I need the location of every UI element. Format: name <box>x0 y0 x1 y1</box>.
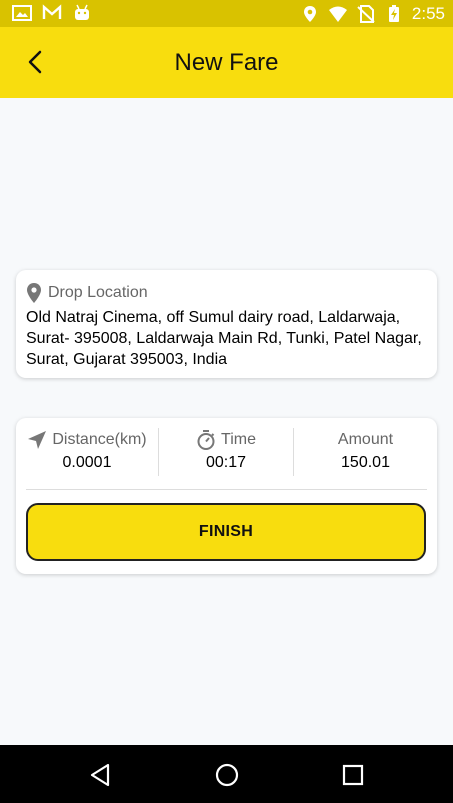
stopwatch-icon <box>197 430 215 450</box>
amount-value: 150.01 <box>341 454 390 471</box>
no-sim-icon <box>357 5 375 23</box>
drop-location-label: Drop Location <box>48 284 148 301</box>
android-icon <box>75 4 89 20</box>
status-bar-notifications <box>12 4 92 22</box>
app-bar: New Fare <box>0 27 453 98</box>
fare-divider <box>26 489 427 490</box>
status-time: 2:55 <box>411 4 445 23</box>
amount-label: Amount <box>337 431 394 448</box>
time-value: 00:17 <box>205 454 247 471</box>
system-nav-bar <box>0 745 453 803</box>
time-label: Time <box>221 431 256 448</box>
wifi-icon <box>328 6 347 22</box>
distance-label: Distance(km) <box>52 431 147 448</box>
distance-metric: Distance(km) 0.0001 <box>16 428 158 476</box>
home-circle-icon <box>215 763 239 787</box>
fare-summary-card: Distance(km) 0.0001 Time 00:17 Amount 15… <box>16 418 437 574</box>
drop-location-card: Drop Location Old Natraj Cinema, off Sum… <box>16 270 437 378</box>
status-bar: 2:55 <box>0 0 453 27</box>
status-bar-system: 2:55 <box>300 4 445 24</box>
navigation-arrow-icon <box>28 431 47 449</box>
image-icon <box>12 5 32 21</box>
battery-charging-icon <box>388 5 399 22</box>
distance-value: 0.0001 <box>62 454 112 471</box>
finish-button[interactable]: FINISH <box>26 503 426 561</box>
recents-square-icon <box>342 764 364 786</box>
amount-metric: Amount 150.01 <box>294 428 437 476</box>
gmail-icon <box>42 4 62 19</box>
drop-location-header: Drop Location <box>26 282 148 304</box>
nav-back-button[interactable] <box>87 762 113 788</box>
drop-location-address: Old Natraj Cinema, off Sumul dairy road,… <box>26 309 422 368</box>
page-title: New Fare <box>174 49 279 76</box>
location-icon <box>303 6 316 22</box>
time-metric: Time 00:17 <box>159 428 293 476</box>
back-triangle-icon <box>90 763 110 787</box>
nav-home-button[interactable] <box>214 762 240 788</box>
map-pin-icon <box>27 283 41 303</box>
nav-recents-button[interactable] <box>340 762 366 788</box>
